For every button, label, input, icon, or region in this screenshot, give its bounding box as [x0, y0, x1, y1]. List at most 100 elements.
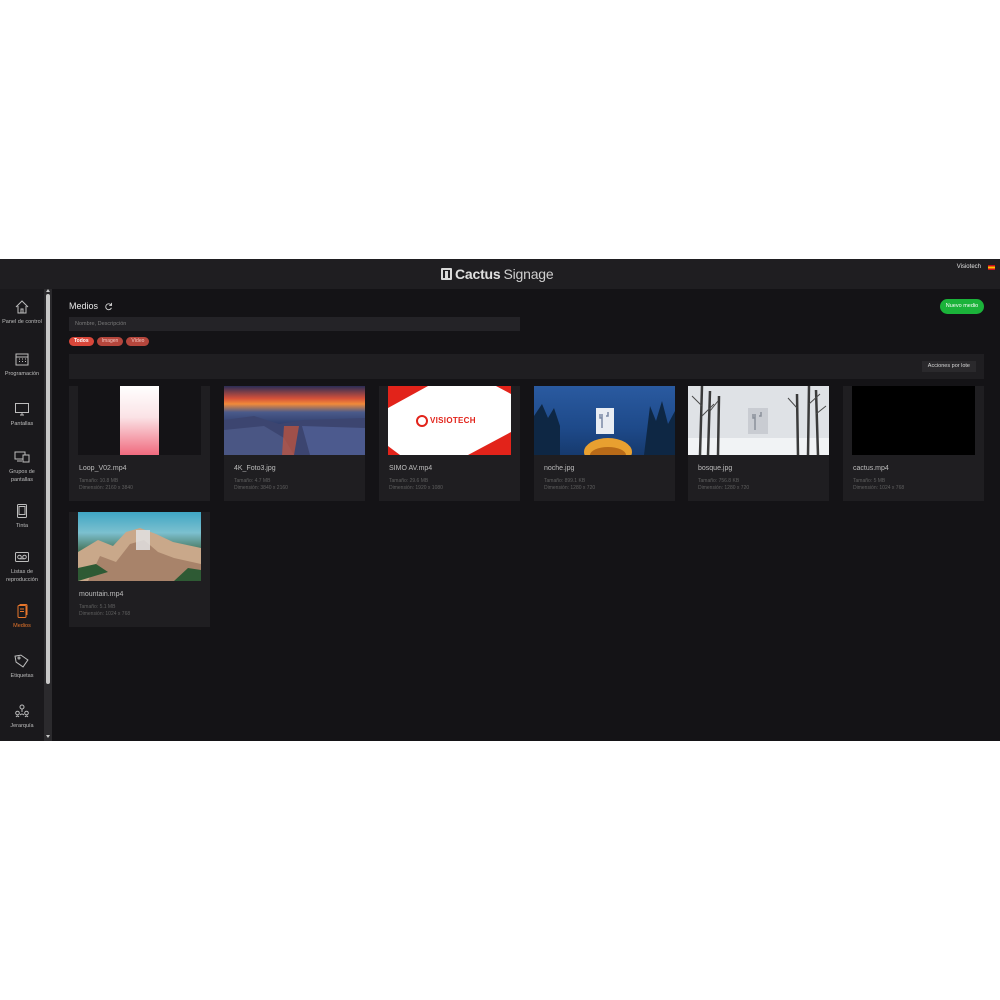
sidebar-item-label: Jerarquía — [10, 723, 34, 729]
dims-value: 1280 x 720 — [724, 485, 750, 491]
media-thumbnail[interactable] — [78, 512, 201, 581]
sidebar-item-tinta[interactable]: Tinta — [0, 503, 44, 530]
page-title: Medios — [69, 301, 113, 311]
cactus-signage-logo[interactable]: Cactus Signage — [441, 264, 554, 284]
tablet-icon — [17, 504, 27, 518]
media-toolbar: Acciones por lote — [69, 354, 984, 379]
media-size: Tamaño: 29.6 MB — [389, 478, 428, 484]
size-value: 756.8 KB — [718, 478, 740, 484]
media-card[interactable]: noche.jpg Tamaño: 899.1 KB Dimensión: 12… — [534, 386, 675, 501]
filter-chip-todos[interactable]: Todos — [69, 337, 94, 346]
media-card[interactable]: cactus.mp4 Tamaño: 5 MB Dimensión: 1024 … — [843, 386, 984, 501]
media-dimensions: Dimensión: 1920 x 1080 — [389, 485, 443, 491]
dims-value: 2160 x 3840 — [105, 485, 133, 491]
media-card[interactable]: Loop_V02.mp4 Tamaño: 10.8 MB Dimensión: … — [69, 386, 210, 501]
media-thumbnail[interactable] — [78, 386, 201, 455]
calendar-icon — [15, 353, 29, 366]
search-input[interactable] — [69, 317, 520, 331]
media-card[interactable]: mountain.mp4 Tamaño: 5.1 MB Dimensión: 1… — [69, 512, 210, 627]
scroll-thumb[interactable] — [46, 294, 50, 684]
media-name: bosque.jpg — [698, 465, 733, 472]
size-label: Tamaño: — [853, 478, 873, 484]
media-dimensions: Dimensión: 1024 x 768 — [853, 485, 904, 491]
dims-value: 1024 x 768 — [105, 611, 131, 617]
new-media-button[interactable]: Nuevo medio — [940, 299, 984, 314]
playlist-icon — [15, 552, 29, 562]
media-thumbnail[interactable] — [224, 386, 365, 455]
thumbnail-image — [120, 386, 159, 455]
sidebar-item-grupos[interactable]: Grupos de pantallas — [0, 449, 44, 484]
size-label: Tamaño: — [389, 478, 409, 484]
snow-forest-image — [688, 386, 829, 455]
user-menu[interactable]: Visiotech — [957, 264, 981, 270]
size-value: 4.7 MB — [254, 478, 271, 484]
size-value: 899.1 KB — [564, 478, 586, 484]
filter-chip-video[interactable]: Vídeo — [126, 337, 150, 346]
dims-label: Dimensión: — [389, 485, 415, 491]
size-label: Tamaño: — [698, 478, 718, 484]
brand-name-bold: Cactus — [455, 266, 501, 282]
media-name: cactus.mp4 — [853, 465, 889, 472]
sidebar-item-panel[interactable]: Panel de control — [0, 299, 44, 326]
sidebar-item-label: Programación — [4, 371, 40, 377]
size-value: 5.1 MB — [99, 604, 116, 610]
media-card[interactable]: 4K_Foto3.jpg Tamaño: 4.7 MB Dimensión: 3… — [224, 386, 365, 501]
media-dimensions: Dimensión: 2160 x 3840 — [79, 485, 133, 491]
visiotech-logo-text: VISIOTECH — [430, 416, 476, 425]
media-size: Tamaño: 5 MB — [853, 478, 885, 484]
filter-chip-imagen[interactable]: Imagen — [96, 337, 124, 346]
sunset-coast-image — [224, 416, 365, 455]
home-icon — [15, 300, 29, 314]
media-name: 4K_Foto3.jpg — [234, 465, 276, 472]
media-thumbnail[interactable] — [852, 386, 975, 455]
size-value: 10.8 MB — [99, 478, 119, 484]
sidebar-scrollbar[interactable] — [44, 289, 52, 741]
monitor-icon — [15, 403, 29, 416]
media-thumbnail[interactable] — [688, 386, 829, 455]
sidebar-item-label: Etiquetas — [10, 673, 34, 679]
size-value: 5 MB — [873, 478, 886, 484]
dims-value: 1920 x 1080 — [415, 485, 443, 491]
hierarchy-icon — [15, 704, 29, 718]
media-name: mountain.mp4 — [79, 591, 124, 598]
dims-label: Dimensión: — [853, 485, 879, 491]
sidebar-item-pantallas[interactable]: Pantallas — [0, 401, 44, 428]
media-size: Tamaño: 5.1 MB — [79, 604, 115, 610]
sidebar-item-programacion[interactable]: Programación — [0, 351, 44, 378]
batch-actions-button[interactable]: Acciones por lote — [921, 361, 976, 372]
size-label: Tamaño: — [544, 478, 564, 484]
dims-label: Dimensión: — [79, 485, 105, 491]
sidebar-item-label: Listas de reproducción — [6, 569, 38, 583]
sidebar-item-label: Tinta — [15, 523, 29, 529]
night-tower-image — [534, 401, 675, 455]
scroll-down-icon[interactable] — [46, 735, 50, 738]
sidebar-item-listas[interactable]: Listas de reproducción — [0, 549, 44, 584]
media-icon — [17, 604, 28, 618]
sidebar-item-etiquetas[interactable]: Etiquetas — [0, 653, 44, 680]
media-thumbnail[interactable]: VISIOTECH — [388, 386, 511, 455]
size-label: Tamaño: — [79, 478, 99, 484]
dims-value: 1024 x 768 — [879, 485, 905, 491]
size-label: Tamaño: — [234, 478, 254, 484]
media-dimensions: Dimensión: 1280 x 720 — [544, 485, 595, 491]
media-size: Tamaño: 10.8 MB — [79, 478, 118, 484]
sidebar-item-jerarquia[interactable]: Jerarquía — [0, 703, 44, 730]
scroll-up-icon[interactable] — [46, 289, 50, 292]
cactus-logo-icon — [441, 268, 452, 280]
sidebar: Panel de control Programación Pantallas … — [0, 289, 44, 741]
dims-label: Dimensión: — [234, 485, 260, 491]
size-value: 29.6 MB — [409, 478, 429, 484]
media-card[interactable]: bosque.jpg Tamaño: 756.8 KB Dimensión: 1… — [688, 386, 829, 501]
media-size: Tamaño: 756.8 KB — [698, 478, 739, 484]
dims-label: Dimensión: — [79, 611, 105, 617]
dims-value: 1280 x 720 — [570, 485, 596, 491]
media-size: Tamaño: 4.7 MB — [234, 478, 270, 484]
media-name: noche.jpg — [544, 465, 575, 472]
size-label: Tamaño: — [79, 604, 99, 610]
sidebar-item-medios[interactable]: Medios — [0, 603, 44, 630]
media-card[interactable]: VISIOTECH SIMO AV.mp4 Tamaño: 29.6 MB Di… — [379, 386, 520, 501]
refresh-icon[interactable] — [104, 302, 113, 311]
page-title-text: Medios — [69, 301, 99, 311]
spain-flag-icon[interactable] — [988, 265, 995, 270]
media-thumbnail[interactable] — [534, 386, 675, 455]
